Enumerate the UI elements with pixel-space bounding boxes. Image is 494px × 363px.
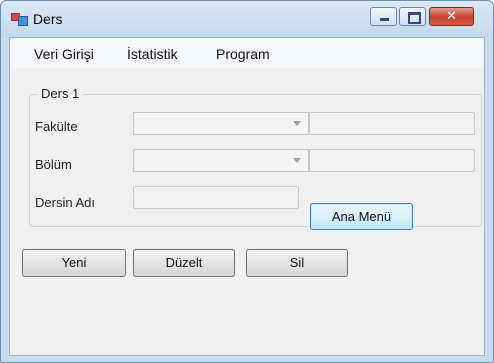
ders-groupbox: Ders 1 Fakülte Bölüm Dersin Adı Ana Menü bbox=[29, 86, 484, 230]
title-bar[interactable]: Ders ✕ bbox=[1, 1, 493, 37]
window-title: Ders bbox=[33, 11, 63, 27]
menu-program[interactable]: Program bbox=[216, 46, 270, 62]
bolum-label: Bölüm bbox=[35, 157, 72, 172]
yeni-button[interactable]: Yeni bbox=[22, 249, 126, 277]
fakulte-combobox[interactable] bbox=[133, 112, 309, 135]
menu-istatistik[interactable]: İstatistik bbox=[127, 46, 178, 62]
form-client-area: Veri Girişi İstatistik Program Ders 1 Fa… bbox=[9, 37, 485, 356]
form-app-icon-part-blue bbox=[18, 16, 28, 26]
groupbox-title: Ders 1 bbox=[37, 86, 84, 101]
chevron-down-icon bbox=[293, 121, 301, 126]
form-app-icon bbox=[11, 11, 28, 26]
fakulte-label: Fakülte bbox=[35, 119, 78, 134]
minimize-icon bbox=[380, 18, 389, 21]
ana-menu-button[interactable]: Ana Menü bbox=[310, 203, 413, 230]
maximize-icon bbox=[408, 12, 421, 24]
menu-veri-girisi[interactable]: Veri Girişi bbox=[34, 46, 94, 62]
bolum-textbox[interactable] bbox=[309, 149, 475, 172]
chevron-down-icon bbox=[293, 158, 301, 163]
dersin-adi-label: Dersin Adı bbox=[35, 195, 95, 210]
dersin-adi-textbox[interactable] bbox=[133, 186, 299, 209]
close-icon: ✕ bbox=[446, 9, 457, 24]
bolum-combobox[interactable] bbox=[133, 149, 309, 172]
ders-window: Ders ✕ Veri Girişi İstatistik Program De… bbox=[0, 0, 494, 363]
minimize-button[interactable] bbox=[370, 7, 397, 26]
close-button[interactable]: ✕ bbox=[429, 7, 474, 26]
sil-button[interactable]: Sil bbox=[246, 249, 348, 277]
maximize-button[interactable] bbox=[399, 7, 426, 26]
duzelt-button[interactable]: Düzelt bbox=[133, 249, 235, 277]
fakulte-textbox[interactable] bbox=[309, 112, 475, 135]
menu-bar: Veri Girişi İstatistik Program bbox=[10, 38, 484, 68]
